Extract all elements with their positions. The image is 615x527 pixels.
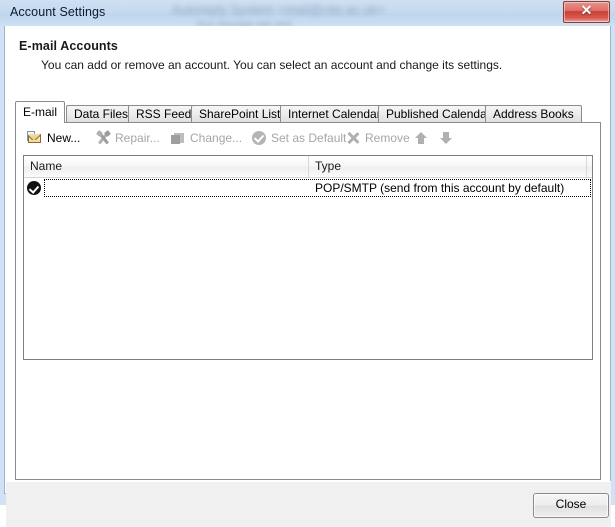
tab-strip: E-mail Data Files RSS Feeds SharePoint L… [15, 101, 601, 123]
set-as-default-button[interactable]: Set as Default [248, 127, 349, 149]
repair-account-label: Repair... [115, 131, 160, 145]
page-title: E-mail Accounts [19, 39, 118, 53]
title-bar: Autoreply System <mail@cite.ac.uk> Your … [0, 0, 615, 26]
remove-x-icon [345, 130, 361, 146]
default-account-check-icon [27, 181, 41, 195]
close-icon: ✕ [580, 4, 593, 19]
move-up-button[interactable] [413, 130, 429, 146]
tab-sharepoint-lists[interactable]: SharePoint Lists [191, 105, 295, 123]
cell-account-type: POP/SMTP (send from this account by defa… [315, 181, 565, 195]
column-header-spacer [587, 156, 592, 177]
background-window-ghost-title: Autoreply System <mail@cite.ac.uk> [172, 2, 385, 17]
tab-page-email: New... Repair... Change... Set as Defaul… [15, 122, 601, 480]
change-account-label: Change... [190, 131, 243, 145]
tab-email[interactable]: E-mail [15, 101, 66, 123]
remove-account-button[interactable]: Remove [342, 127, 413, 149]
dialog-client-area: E-mail Accounts You can add or remove an… [4, 26, 611, 527]
account-settings-window: Autoreply System <mail@cite.ac.uk> Your … [0, 0, 615, 527]
tab-data-files[interactable]: Data Files [66, 105, 137, 123]
accounts-list-header: Name Type [24, 156, 592, 178]
column-header-name[interactable]: Name [24, 156, 309, 177]
set-as-default-label: Set as Default [271, 131, 347, 145]
tab-address-books[interactable]: Address Books [485, 105, 582, 123]
new-mail-icon [27, 130, 43, 146]
column-header-type[interactable]: Type [309, 156, 587, 177]
window-close-button[interactable]: ✕ [563, 1, 610, 23]
close-button[interactable]: Close [533, 493, 609, 518]
page-description: You can add or remove an account. You ca… [41, 58, 503, 72]
window-frame-right [611, 26, 615, 499]
background-window-ghost-subtitle: Your message was sent [196, 19, 292, 26]
change-box-icon [170, 130, 186, 146]
arrow-down-icon [440, 138, 452, 144]
remove-account-label: Remove [365, 131, 410, 145]
move-down-button[interactable] [438, 130, 454, 146]
window-title: Account Settings [10, 5, 106, 19]
change-account-button[interactable]: Change... [167, 127, 245, 149]
accounts-list[interactable]: Name Type POP/SMTP (send from this accou… [23, 155, 593, 360]
repair-tools-icon [95, 129, 112, 146]
table-row[interactable]: POP/SMTP (send from this account by defa… [24, 178, 592, 199]
dialog-footer: Close [6, 481, 611, 527]
check-circle-icon [251, 130, 267, 146]
repair-account-button[interactable]: Repair... [92, 127, 163, 149]
new-account-button[interactable]: New... [24, 127, 83, 149]
new-account-label: New... [47, 131, 81, 145]
accounts-toolbar: New... Repair... Change... Set as Defaul… [16, 123, 600, 153]
